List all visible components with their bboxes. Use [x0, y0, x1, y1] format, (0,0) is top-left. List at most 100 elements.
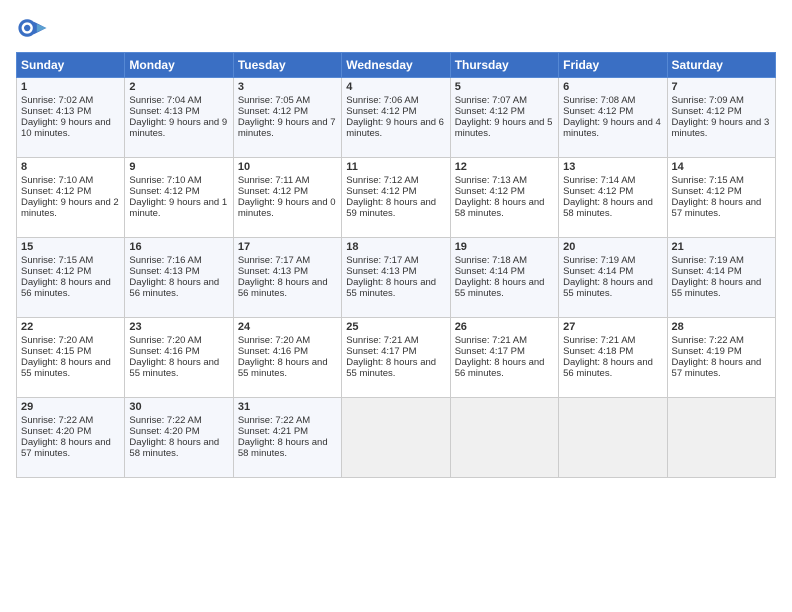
sunset-text: Sunset: 4:18 PM — [563, 346, 633, 357]
sunset-text: Sunset: 4:12 PM — [672, 186, 742, 197]
calendar-cell: 16 Sunrise: 7:16 AMSunset: 4:13 PMDayligh… — [125, 238, 233, 318]
sunset-text: Sunset: 4:19 PM — [672, 346, 742, 357]
daylight-text: Daylight: 9 hours and 9 minutes. — [129, 117, 227, 139]
calendar-cell: 7Sunrise: 7:09 AMSunset: 4:12 PMDaylight… — [667, 78, 775, 158]
sunrise-text: Sunrise: 7:20 AM — [21, 335, 93, 346]
sunrise-text: Sunrise: 7:06 AM — [346, 95, 418, 106]
sunrise-text: Sunrise: 7:11 AM — [238, 175, 310, 186]
sunset-text: Sunset: 4:14 PM — [455, 266, 525, 277]
calendar-cell: 20Sunrise: 7:19 AMSunset: 4:14 PMDayligh… — [559, 238, 667, 318]
daylight-text: Daylight: 8 hours and 57 minutes. — [21, 437, 111, 459]
daylight-text: Daylight: 8 hours and 56 minutes. — [455, 357, 545, 379]
day-number: 31 — [238, 401, 337, 413]
sunset-text: Sunset: 4:15 PM — [21, 346, 91, 357]
sunset-text: Sunset: 4:12 PM — [238, 106, 308, 117]
sunrise-text: Sunrise: 7:13 AM — [455, 175, 527, 186]
calendar-cell — [450, 398, 558, 478]
day-number: 13 — [563, 161, 662, 173]
sunrise-text: Sunrise: 7:16 AM — [129, 255, 201, 266]
calendar-page: SundayMondayTuesdayWednesdayThursdayFrid… — [0, 0, 792, 612]
sunrise-text: Sunrise: 7:12 AM — [346, 175, 418, 186]
sunset-text: Sunset: 4:17 PM — [346, 346, 416, 357]
sunrise-text: Sunrise: 7:21 AM — [455, 335, 527, 346]
sunset-text: Sunset: 4:13 PM — [346, 266, 416, 277]
daylight-text: Daylight: 8 hours and 56 minutes. — [129, 277, 219, 299]
daylight-text: Daylight: 9 hours and 2 minutes. — [21, 197, 119, 219]
daylight-text: Daylight: 8 hours and 55 minutes. — [238, 357, 328, 379]
calendar-cell: 27Sunrise: 7:21 AMSunset: 4:18 PMDayligh… — [559, 318, 667, 398]
day-number: 10 — [238, 161, 337, 173]
calendar-cell: 25Sunrise: 7:21 AMSunset: 4:17 PMDayligh… — [342, 318, 450, 398]
sunrise-text: Sunrise: 7:20 AM — [238, 335, 310, 346]
day-number: 15 — [21, 241, 120, 253]
daylight-text: Daylight: 8 hours and 55 minutes. — [21, 357, 111, 379]
calendar-cell: 30Sunrise: 7:22 AMSunset: 4:20 PMDayligh… — [125, 398, 233, 478]
calendar-week: 15 Sunrise: 7:15 AMSunset: 4:12 PM Dayligh… — [17, 238, 776, 318]
calendar-week: 22Sunrise: 7:20 AMSunset: 4:15 PMDayligh… — [17, 318, 776, 398]
sunrise-text: Sunrise: 7:22 AM — [672, 335, 744, 346]
sunrise-text: Sunrise: 7:10 AM — [129, 175, 201, 186]
daylight-text: Daylight: 8 hours and 57 minutes. — [672, 357, 762, 379]
header-row: SundayMondayTuesdayWednesdayThursdayFrid… — [17, 53, 776, 78]
daylight-text: Daylight: 8 hours and 58 minutes. — [129, 437, 219, 459]
sunrise-text: Sunrise: 7:04 AM — [129, 95, 201, 106]
calendar-cell: 17Sunrise: 7:17 AMSunset: 4:13 PMDayligh… — [233, 238, 341, 318]
calendar-cell: 14Sunrise: 7:15 AMSunset: 4:12 PMDayligh… — [667, 158, 775, 238]
calendar-cell: 6Sunrise: 7:08 AMSunset: 4:12 PMDaylight… — [559, 78, 667, 158]
daylight-text: Daylight: 9 hours and 6 minutes. — [346, 117, 444, 139]
day-number: 26 — [455, 321, 554, 333]
daylight-text: Daylight: 8 hours and 58 minutes. — [563, 197, 653, 219]
sunrise-text: Sunrise: 7:05 AM — [238, 95, 310, 106]
sunset-text: Sunset: 4:12 PM — [563, 106, 633, 117]
calendar-week: 29Sunrise: 7:22 AMSunset: 4:20 PMDayligh… — [17, 398, 776, 478]
daylight-text: Daylight: 8 hours and 57 minutes. — [672, 197, 762, 219]
day-number: 3 — [238, 81, 337, 93]
daylight-text: Daylight: 9 hours and 10 minutes. — [21, 117, 111, 139]
calendar-cell: 13Sunrise: 7:14 AMSunset: 4:12 PMDayligh… — [559, 158, 667, 238]
header-day: Thursday — [450, 53, 558, 78]
sunset-text: Sunset: 4:12 PM — [346, 106, 416, 117]
daylight-text: Daylight: 8 hours and 58 minutes. — [238, 437, 328, 459]
calendar-cell: 29Sunrise: 7:22 AMSunset: 4:20 PMDayligh… — [17, 398, 125, 478]
daylight-text: Daylight: 8 hours and 55 minutes. — [563, 277, 653, 299]
sunset-text: Sunset: 4:20 PM — [21, 426, 91, 437]
daylight-text: Daylight: 8 hours and 58 minutes. — [455, 197, 545, 219]
calendar-cell: 2Sunrise: 7:04 AMSunset: 4:13 PMDaylight… — [125, 78, 233, 158]
calendar-cell: 9Sunrise: 7:10 AMSunset: 4:12 PMDaylight… — [125, 158, 233, 238]
sunset-text: Sunset: 4:12 PM — [21, 266, 91, 277]
sunset-text: Sunset: 4:14 PM — [563, 266, 633, 277]
sunset-text: Sunset: 4:12 PM — [672, 106, 742, 117]
sunset-text: Sunset: 4:20 PM — [129, 426, 199, 437]
daylight-text: Daylight: 8 hours and 55 minutes. — [455, 277, 545, 299]
calendar-cell: 12Sunrise: 7:13 AMSunset: 4:12 PMDayligh… — [450, 158, 558, 238]
sunset-text: Sunset: 4:13 PM — [129, 266, 199, 277]
sunrise-text: Sunrise: 7:14 AM — [563, 175, 635, 186]
calendar-table: SundayMondayTuesdayWednesdayThursdayFrid… — [16, 52, 776, 478]
day-number: 24 — [238, 321, 337, 333]
calendar-cell: 10Sunrise: 7:11 AMSunset: 4:12 PMDayligh… — [233, 158, 341, 238]
calendar-cell: 24Sunrise: 7:20 AMSunset: 4:16 PMDayligh… — [233, 318, 341, 398]
logo-icon — [16, 12, 48, 44]
daylight-text: Daylight: 8 hours and 59 minutes. — [346, 197, 436, 219]
daylight-text: Daylight: 8 hours and 55 minutes. — [672, 277, 762, 299]
sunrise-text: Sunrise: 7:22 AM — [238, 415, 310, 426]
calendar-cell: 3Sunrise: 7:05 AMSunset: 4:12 PMDaylight… — [233, 78, 341, 158]
sunset-text: Sunset: 4:14 PM — [672, 266, 742, 277]
header-day: Friday — [559, 53, 667, 78]
sunrise-text: Sunrise: 7:18 AM — [455, 255, 527, 266]
day-number: 27 — [563, 321, 662, 333]
sunrise-text: Sunrise: 7:15 AM — [21, 255, 93, 266]
daylight-text: Daylight: 9 hours and 3 minutes. — [672, 117, 770, 139]
sunrise-text: Sunrise: 7:19 AM — [563, 255, 635, 266]
day-number: 5 — [455, 81, 554, 93]
day-number: 16 — [129, 241, 228, 253]
sunrise-text: Sunrise: 7:21 AM — [346, 335, 418, 346]
day-number: 25 — [346, 321, 445, 333]
daylight-text: Daylight: 9 hours and 4 minutes. — [563, 117, 661, 139]
calendar-week: 1Sunrise: 7:02 AMSunset: 4:13 PMDaylight… — [17, 78, 776, 158]
day-number: 12 — [455, 161, 554, 173]
sunset-text: Sunset: 4:13 PM — [129, 106, 199, 117]
calendar-cell: 8Sunrise: 7:10 AMSunset: 4:12 PMDaylight… — [17, 158, 125, 238]
calendar-cell: 22Sunrise: 7:20 AMSunset: 4:15 PMDayligh… — [17, 318, 125, 398]
sunset-text: Sunset: 4:12 PM — [21, 186, 91, 197]
